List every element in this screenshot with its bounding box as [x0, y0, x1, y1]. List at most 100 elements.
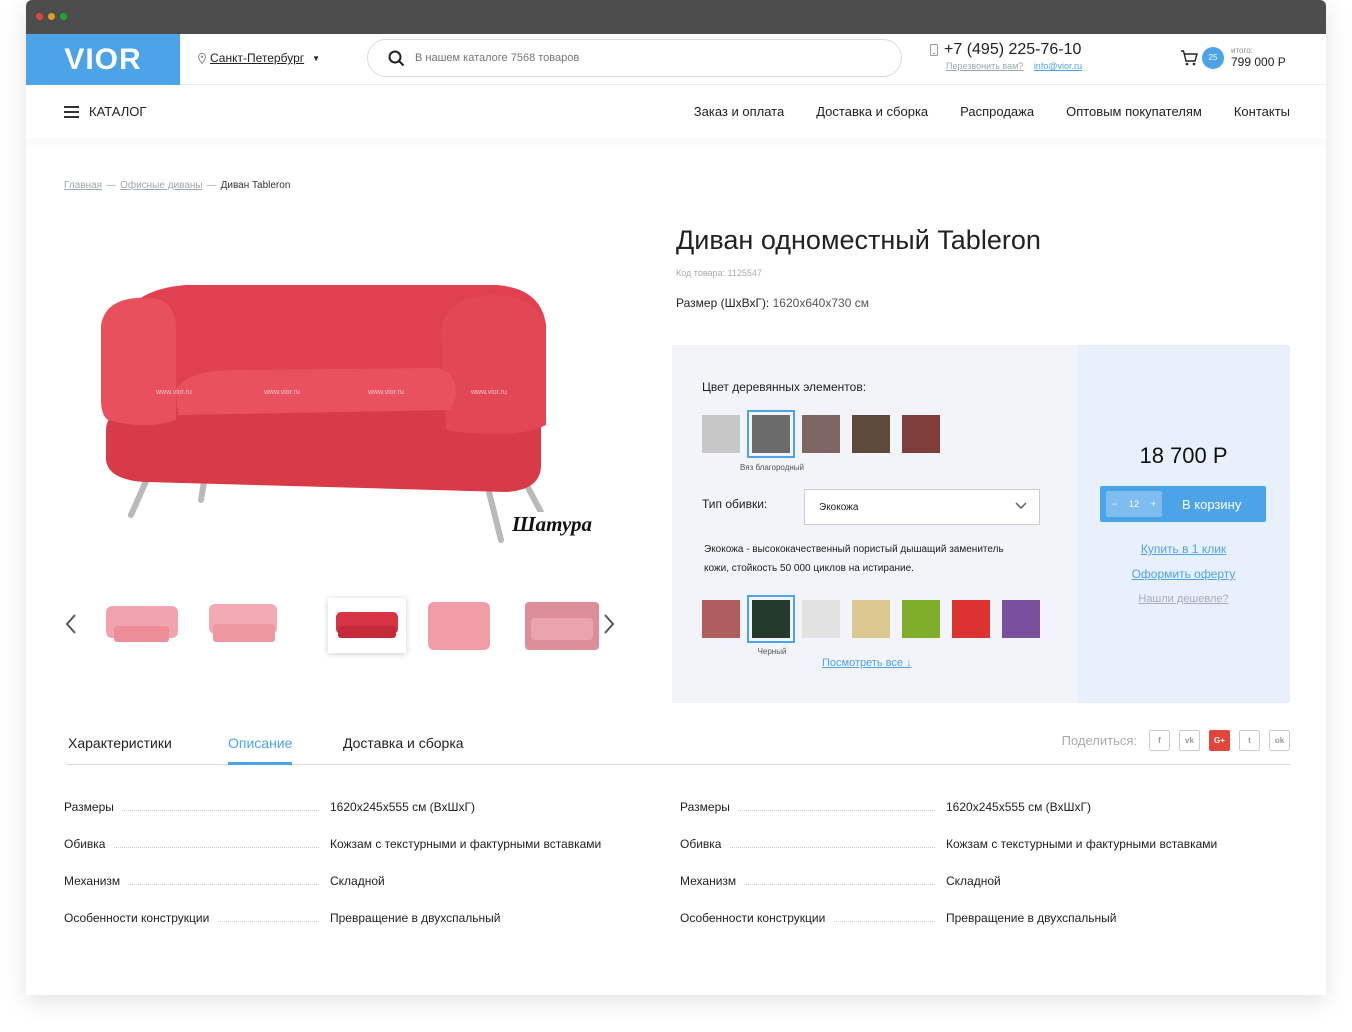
product-tabs: Характеристики Описание Доставка и сборк…: [66, 730, 1290, 765]
spec-row: Размеры 1620x245x555 см (ВхШхГ): [64, 800, 664, 837]
tab-delivery[interactable]: Доставка и сборка: [343, 735, 464, 765]
search-icon[interactable]: [388, 50, 405, 67]
breadcrumb: Главная — Офисные диваны — Диван Tablero…: [64, 180, 290, 191]
watermark-text: www.vior.ru: [155, 389, 192, 396]
spec-key: Механизм: [64, 874, 129, 888]
qty-plus-button[interactable]: +: [1151, 499, 1156, 509]
add-to-cart-button[interactable]: − 12 + В корзину: [1100, 486, 1266, 522]
fabric-color-swatch-3[interactable]: [802, 600, 840, 638]
phone-block: +7 (495) 225-76-10 Перезвонить вам? info…: [930, 41, 1090, 71]
size-value: 1620x640x730 см: [772, 296, 869, 310]
nav-link-sale[interactable]: Распродажа: [960, 104, 1034, 119]
upholstery-selected-value: Экокожа: [819, 501, 859, 513]
maximize-window-button[interactable]: [60, 13, 67, 20]
hamburger-menu-icon: [64, 105, 79, 118]
spec-row: Особенности конструкции Превращение в дву…: [64, 911, 664, 948]
watermark-text: www.vior.ru: [263, 389, 300, 396]
email-link[interactable]: info@vior.ru: [1034, 61, 1082, 71]
chevron-left-icon[interactable]: [64, 613, 78, 635]
buy-one-click-link[interactable]: Купить в 1 клик: [1077, 542, 1290, 556]
watermark-text: www.vior.ru: [470, 389, 507, 396]
fabric-color-swatch-4[interactable]: [852, 600, 890, 638]
chevron-down-icon: [1015, 502, 1027, 509]
product-price: 18 700 Р: [1139, 443, 1228, 468]
tab-description[interactable]: Описание: [228, 735, 293, 765]
add-to-cart-label: В корзину: [1182, 496, 1242, 512]
spec-row: Механизм Складной: [64, 874, 664, 911]
phone-number[interactable]: +7 (495) 225-76-10: [944, 41, 1081, 59]
thumbnail-3-selected[interactable]: [328, 598, 406, 653]
vk-share-button[interactable]: vk: [1179, 730, 1200, 751]
spec-value: Кожзам с текстурными и фактурными вставк…: [330, 837, 602, 851]
tab-characteristics[interactable]: Характеристики: [68, 735, 172, 765]
search-input[interactable]: [415, 52, 875, 64]
city-selector[interactable]: Санкт-Петербург ▼: [198, 51, 320, 65]
search-box[interactable]: [367, 39, 902, 77]
thumbnail-5[interactable]: [523, 598, 601, 653]
spec-key: Особенности конструкции: [64, 911, 218, 925]
spec-row: Обивка Кожзам с текстурными и фактурными …: [64, 837, 664, 874]
nav-link-wholesale[interactable]: Оптовым покупателям: [1066, 104, 1202, 119]
product-code: Код товара: 1125547: [676, 268, 762, 278]
header-cart[interactable]: 25 итого: 799 000 Р: [1180, 46, 1286, 69]
spec-key: Механизм: [680, 874, 745, 888]
nav-link-order-payment[interactable]: Заказ и оплата: [694, 104, 784, 119]
spec-row: Размеры 1620x245x555 см (ВхШхГ): [680, 800, 1280, 837]
view-all-colors-link[interactable]: Посмотреть все ↓: [822, 657, 912, 669]
catalog-menu-button[interactable]: КАТАЛОГ: [64, 104, 146, 119]
upholstery-label: Тип обивки:: [702, 497, 768, 511]
twitter-share-button[interactable]: t: [1239, 730, 1260, 751]
thumbnail-1[interactable]: [104, 598, 182, 653]
wood-color-swatch-4[interactable]: [852, 415, 890, 453]
qty-value[interactable]: 12: [1129, 499, 1139, 509]
facebook-share-button[interactable]: f: [1149, 730, 1170, 751]
location-pin-icon: [198, 52, 206, 64]
wood-color-label: Цвет деревянных элементов:: [702, 380, 867, 394]
odnoklassniki-share-button[interactable]: ok: [1269, 730, 1290, 751]
cart-total-label: итого:: [1231, 46, 1253, 55]
spec-value: Складной: [946, 874, 1001, 888]
cart-icon[interactable]: [1180, 49, 1198, 66]
specs-column-left: Размеры 1620x245x555 см (ВхШхГ) Обивка Кожз…: [64, 800, 664, 948]
thumbnail-4[interactable]: [422, 598, 500, 653]
nav-link-contacts[interactable]: Контакты: [1234, 104, 1290, 119]
share-label: Поделиться:: [1061, 733, 1137, 748]
main-nav: КАТАЛОГ Заказ и оплата Доставка и сборка…: [26, 86, 1326, 138]
spec-key: Обивка: [680, 837, 730, 851]
callback-link[interactable]: Перезвонить вам?: [946, 61, 1023, 71]
nav-link-delivery[interactable]: Доставка и сборка: [816, 104, 928, 119]
logo[interactable]: VIOR: [26, 34, 180, 85]
fabric-swatch-caption: Черный: [757, 647, 787, 656]
breadcrumb-separator: —: [206, 180, 217, 191]
cart-total-value: 799 000 Р: [1231, 55, 1286, 69]
spec-value: 1620x245x555 см (ВхШхГ): [946, 800, 1092, 814]
quantity-stepper[interactable]: − 12 +: [1106, 491, 1162, 517]
wood-color-swatch-3[interactable]: [802, 415, 840, 453]
city-name: Санкт-Петербург: [210, 51, 305, 65]
fabric-color-swatch-5[interactable]: [902, 600, 940, 638]
catalog-label: КАТАЛОГ: [89, 104, 147, 119]
chevron-right-icon[interactable]: [602, 613, 616, 635]
product-size: Размер (ШхВхГ): 1620x640x730 см: [676, 296, 869, 310]
wood-color-swatch-1[interactable]: [702, 415, 740, 453]
close-window-button[interactable]: [36, 13, 43, 20]
wood-color-swatch-2-selected[interactable]: [747, 410, 795, 458]
fabric-color-swatch-2-selected[interactable]: [747, 595, 795, 643]
mobile-phone-icon: [930, 44, 938, 56]
minimize-window-button[interactable]: [48, 13, 55, 20]
breadcrumb-home[interactable]: Главная: [64, 180, 102, 191]
fabric-color-swatch-7[interactable]: [1002, 600, 1040, 638]
upholstery-select[interactable]: Экокожа: [804, 489, 1040, 525]
thumbnail-2[interactable]: [205, 598, 283, 653]
spec-row: Особенности конструкции Превращение в дву…: [680, 911, 1280, 948]
breadcrumb-separator: —: [106, 180, 117, 191]
wood-color-swatch-5[interactable]: [902, 415, 940, 453]
breadcrumb-category[interactable]: Офисные диваны: [120, 180, 203, 191]
found-cheaper-link[interactable]: Нашли дешевле?: [1077, 593, 1290, 605]
qty-minus-button[interactable]: −: [1112, 499, 1117, 509]
google-plus-share-button[interactable]: G+: [1209, 730, 1230, 751]
fabric-color-swatch-6[interactable]: [952, 600, 990, 638]
spec-value: Превращение в двухспальный: [330, 911, 501, 925]
fabric-color-swatch-1[interactable]: [702, 600, 740, 638]
make-offer-link[interactable]: Оформить оферту: [1077, 567, 1290, 581]
